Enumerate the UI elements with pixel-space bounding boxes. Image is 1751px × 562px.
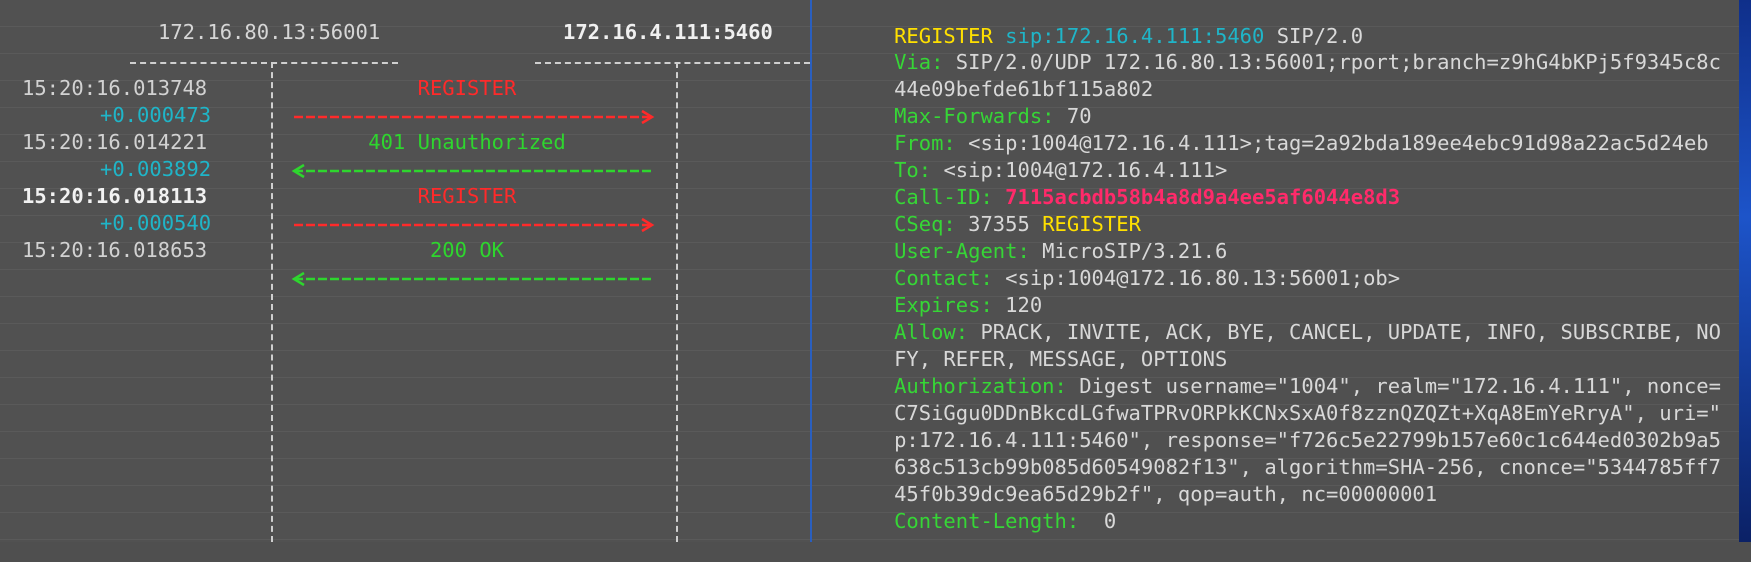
message-timestamp[interactable]: 15:20:16.018653 (22, 238, 207, 262)
message-timestamp[interactable]: 15:20:16.014221 (22, 130, 207, 154)
host-right-underline (535, 62, 810, 64)
host-right-lifeline (676, 62, 678, 542)
message-timestamp[interactable]: 15:20:16.013748 (22, 76, 207, 100)
message-label[interactable]: 200 OK (287, 238, 647, 262)
message-delta: +0.003892 (100, 157, 212, 181)
host-left-label: 172.16.80.13:56001 (158, 20, 381, 44)
message-label[interactable]: REGISTER (287, 184, 647, 208)
arrow-right-icon (294, 109, 655, 125)
arrow-right-icon (294, 217, 655, 233)
arrow-left-icon (291, 163, 652, 179)
header-content-length: Content-Length: 0 (894, 509, 1117, 533)
message-delta: +0.000473 (100, 103, 212, 127)
desktop-background-strip (1739, 0, 1751, 542)
host-left-underline (130, 62, 398, 64)
message-label[interactable]: REGISTER (287, 76, 647, 100)
host-right-label: 172.16.4.111:5460 (563, 20, 773, 44)
message-timestamp[interactable]: 15:20:16.018113 (22, 184, 207, 208)
message-label[interactable]: 401 Unauthorized (287, 130, 647, 154)
arrow-left-icon (291, 271, 652, 287)
message-delta: +0.000540 (100, 211, 212, 235)
call-flow-pane: 172.16.80.13:56001 172.16.4.111:5460 15:… (0, 0, 810, 542)
message-detail-pane: REGISTER sip:172.16.4.111:5460 SIP/2.0 V… (810, 0, 1751, 542)
host-left-lifeline (271, 62, 273, 542)
